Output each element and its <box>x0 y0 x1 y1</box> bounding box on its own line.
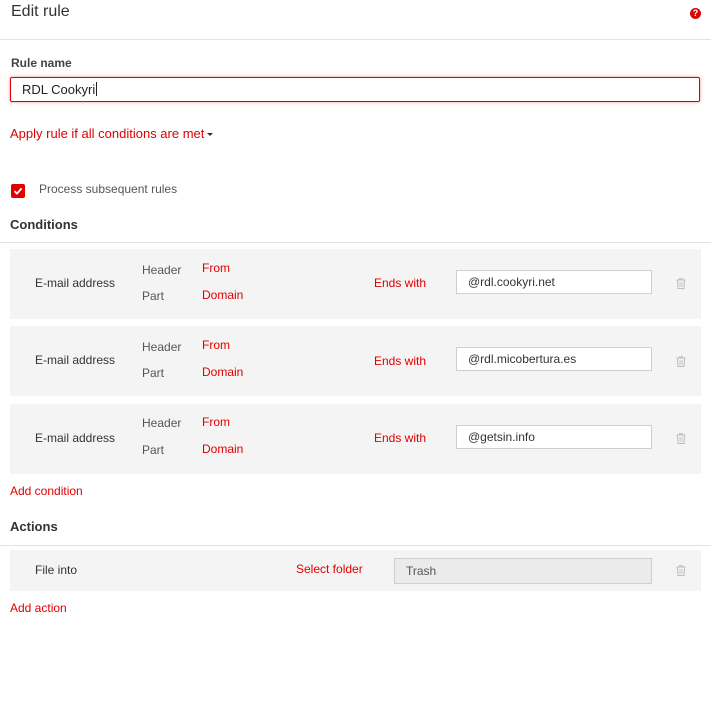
header-label: Header <box>142 263 182 277</box>
help-icon[interactable]: ? <box>690 8 701 19</box>
header-value-dropdown[interactable]: From <box>202 415 230 429</box>
conditions-divider <box>0 242 711 243</box>
header-label: Header <box>142 340 182 354</box>
action-type: File into <box>35 563 78 577</box>
trash-icon[interactable] <box>676 356 686 367</box>
apply-mode-label: Apply rule if all conditions are met <box>10 126 205 141</box>
text-caret <box>96 82 98 96</box>
select-folder-link[interactable]: Select folder <box>296 562 363 576</box>
add-condition-link[interactable]: Add condition <box>10 484 83 498</box>
rule-name-value: RDL Cookyri <box>22 82 96 97</box>
part-label: Part <box>142 366 165 380</box>
condition-row: E-mail address Header From Part Domain E… <box>10 249 701 319</box>
header-value-dropdown[interactable]: From <box>202 261 230 275</box>
condition-row: E-mail address Header From Part Domain E… <box>10 404 701 474</box>
condition-field: E-mail address <box>35 431 116 445</box>
process-subsequent-label: Process subsequent rules <box>39 182 178 196</box>
conditions-heading: Conditions <box>10 217 78 232</box>
header-value-dropdown[interactable]: From <box>202 338 230 352</box>
operator-dropdown[interactable]: Ends with <box>374 431 426 445</box>
trash-icon[interactable] <box>676 565 686 576</box>
header-divider <box>0 39 711 40</box>
condition-value-input[interactable]: @rdl.micobertura.es <box>456 347 652 371</box>
folder-input: Trash <box>394 558 652 584</box>
page-title: Edit rule <box>11 3 70 20</box>
condition-value-input[interactable]: @rdl.cookyri.net <box>456 270 652 294</box>
process-subsequent-checkbox[interactable] <box>11 184 25 198</box>
checkmark-icon <box>13 187 23 195</box>
rule-name-input[interactable]: RDL Cookyri <box>10 77 700 102</box>
condition-row: E-mail address Header From Part Domain E… <box>10 326 701 396</box>
operator-dropdown[interactable]: Ends with <box>374 354 426 368</box>
part-value-dropdown[interactable]: Domain <box>202 442 243 456</box>
actions-divider <box>0 545 711 546</box>
part-value-dropdown[interactable]: Domain <box>202 288 243 302</box>
trash-icon[interactable] <box>676 278 686 289</box>
condition-field: E-mail address <box>35 276 116 290</box>
header-label: Header <box>142 416 182 430</box>
part-label: Part <box>142 443 165 457</box>
add-action-link[interactable]: Add action <box>10 601 67 615</box>
condition-value-input[interactable]: @getsin.info <box>456 425 652 449</box>
part-label: Part <box>142 289 165 303</box>
condition-field: E-mail address <box>35 353 116 367</box>
trash-icon[interactable] <box>676 433 686 444</box>
actions-heading: Actions <box>10 519 58 534</box>
caret-down-icon <box>207 133 214 136</box>
operator-dropdown[interactable]: Ends with <box>374 276 426 290</box>
part-value-dropdown[interactable]: Domain <box>202 365 243 379</box>
rule-name-label: Rule name <box>11 56 72 70</box>
action-row: File into Select folder Trash <box>10 550 701 591</box>
apply-mode-dropdown[interactable]: Apply rule if all conditions are met <box>10 126 214 141</box>
